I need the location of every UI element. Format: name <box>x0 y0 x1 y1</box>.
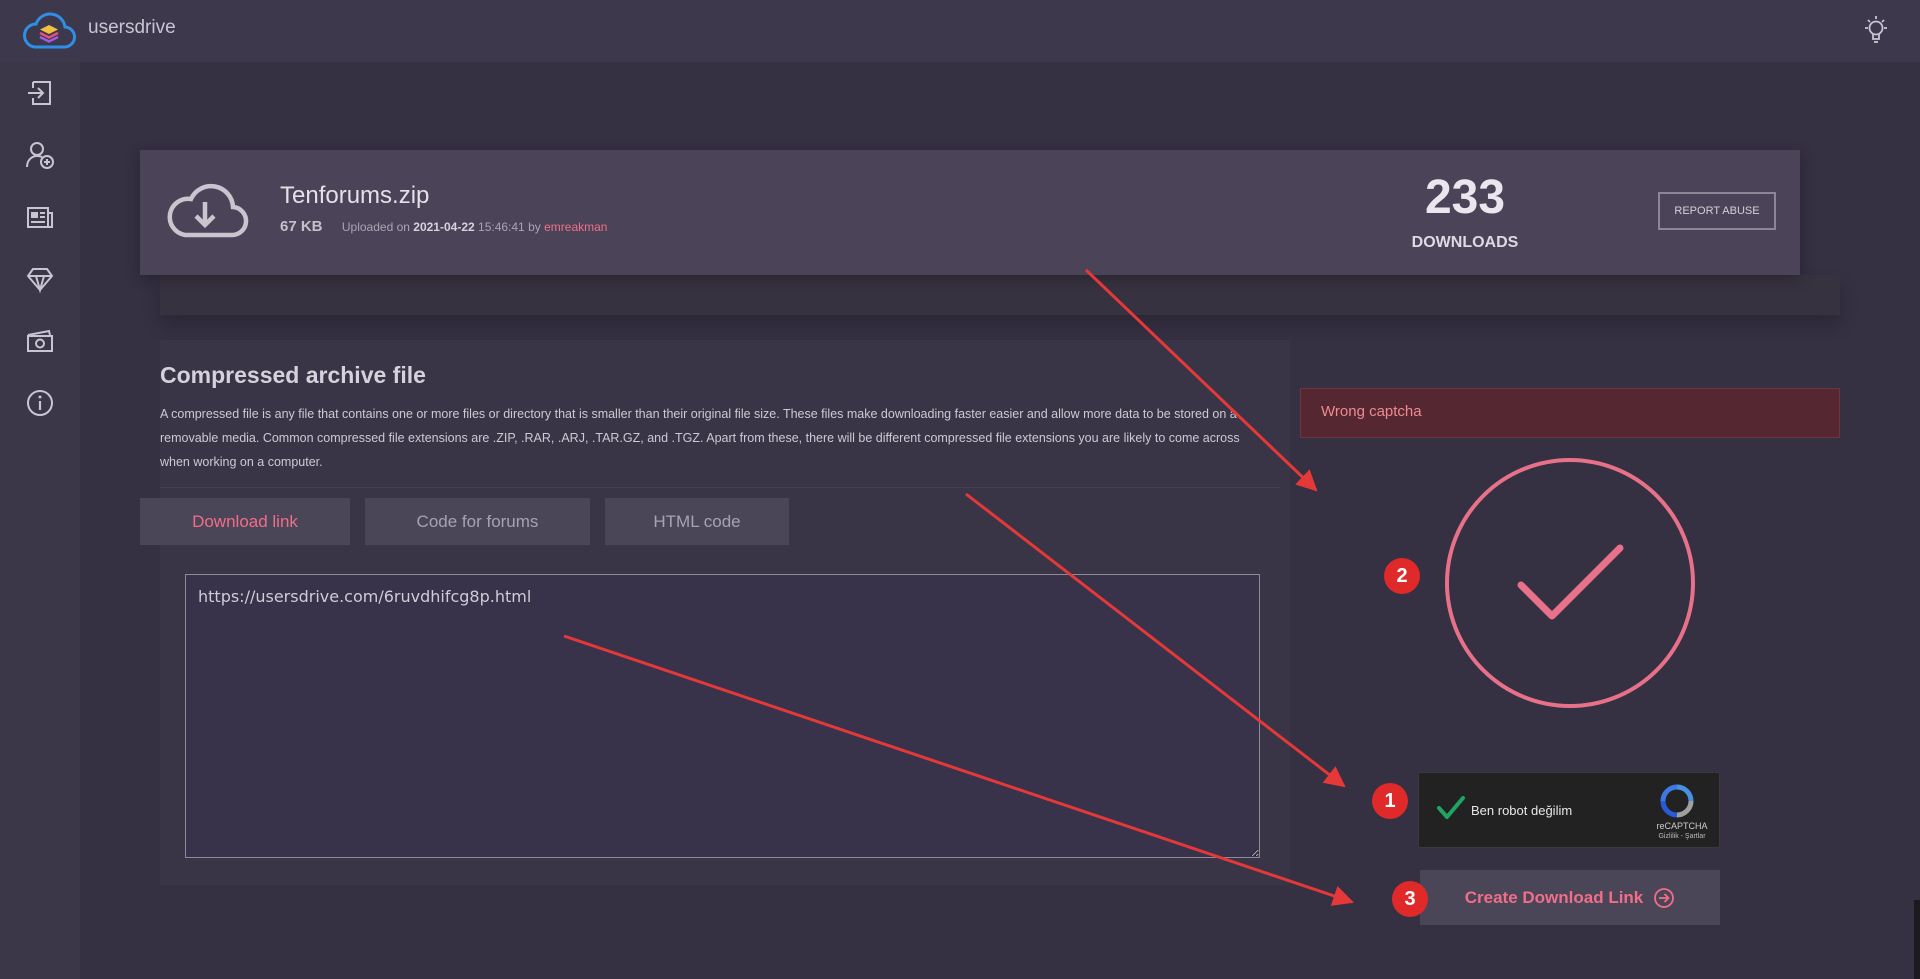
brand-name[interactable]: usersdrive <box>88 17 176 39</box>
download-link-textarea[interactable] <box>185 574 1260 858</box>
news-icon[interactable] <box>25 202 55 232</box>
diamond-icon[interactable] <box>25 264 55 294</box>
recaptcha-label: Ben robot değilim <box>1471 803 1573 818</box>
file-name: Tenforums.zip <box>280 182 430 209</box>
description-title: Compressed archive file <box>160 362 426 388</box>
scrollbar[interactable] <box>1914 900 1920 979</box>
recaptcha-checkmark-icon[interactable] <box>1435 793 1467 823</box>
report-abuse-button[interactable]: REPORT ABUSE <box>1658 192 1776 230</box>
upload-date: 2021-04-22 <box>413 220 475 234</box>
recaptcha-terms-link[interactable]: Gizlilik - Şartlar <box>1649 833 1715 840</box>
tab-code-for-forums[interactable]: Code for forums <box>365 498 590 545</box>
cloud-layers-logo-icon[interactable] <box>22 11 76 51</box>
arrow-circle-right-icon <box>1654 887 1675 908</box>
top-bar: usersdrive <box>0 0 1920 62</box>
recaptcha-widget: Ben robot değilim reCAPTCHA Gizlilik - Ş… <box>1418 772 1720 848</box>
annotation-badge-1: 1 <box>1372 783 1408 819</box>
error-alert: Wrong captcha <box>1300 388 1840 438</box>
create-download-link-label: Create Download Link <box>1464 887 1644 907</box>
info-icon[interactable] <box>25 388 55 418</box>
sidebar <box>0 62 80 979</box>
divider <box>160 487 1280 488</box>
uploader-link[interactable]: emreakman <box>544 220 607 234</box>
upload-time: 15:46:41 <box>478 220 525 234</box>
tab-html-code[interactable]: HTML code <box>605 498 789 545</box>
create-download-link-button[interactable]: Create Download Link <box>1420 870 1720 925</box>
by-label: by <box>528 220 541 234</box>
tab-download-link[interactable]: Download link <box>140 498 350 545</box>
download-count: 233 <box>1424 171 1506 224</box>
file-card: Tenforums.zip 67 KB Uploaded on 2021-04-… <box>140 150 1800 275</box>
description-text: A compressed file is any file that conta… <box>160 407 1240 469</box>
recaptcha-brand: reCAPTCHA <box>1656 821 1708 831</box>
annotation-badge-2: 2 <box>1384 558 1420 594</box>
login-icon[interactable] <box>25 78 55 108</box>
file-size: 67 KB <box>280 218 323 235</box>
annotation-badge-3: 3 <box>1392 881 1428 917</box>
recaptcha-logo-icon <box>1660 784 1694 818</box>
lightbulb-icon[interactable] <box>1862 15 1890 45</box>
cloud-download-icon <box>167 183 249 238</box>
money-icon[interactable] <box>25 326 55 356</box>
card-shadow <box>160 275 1840 315</box>
checkmark-circle-icon <box>1445 458 1695 708</box>
file-meta: 67 KB Uploaded on 2021-04-22 15:46:41 by… <box>280 218 607 235</box>
uploaded-prefix: Uploaded on <box>341 220 410 234</box>
downloads-label: DOWNLOADS <box>1411 234 1519 251</box>
add-user-icon[interactable] <box>25 140 55 170</box>
